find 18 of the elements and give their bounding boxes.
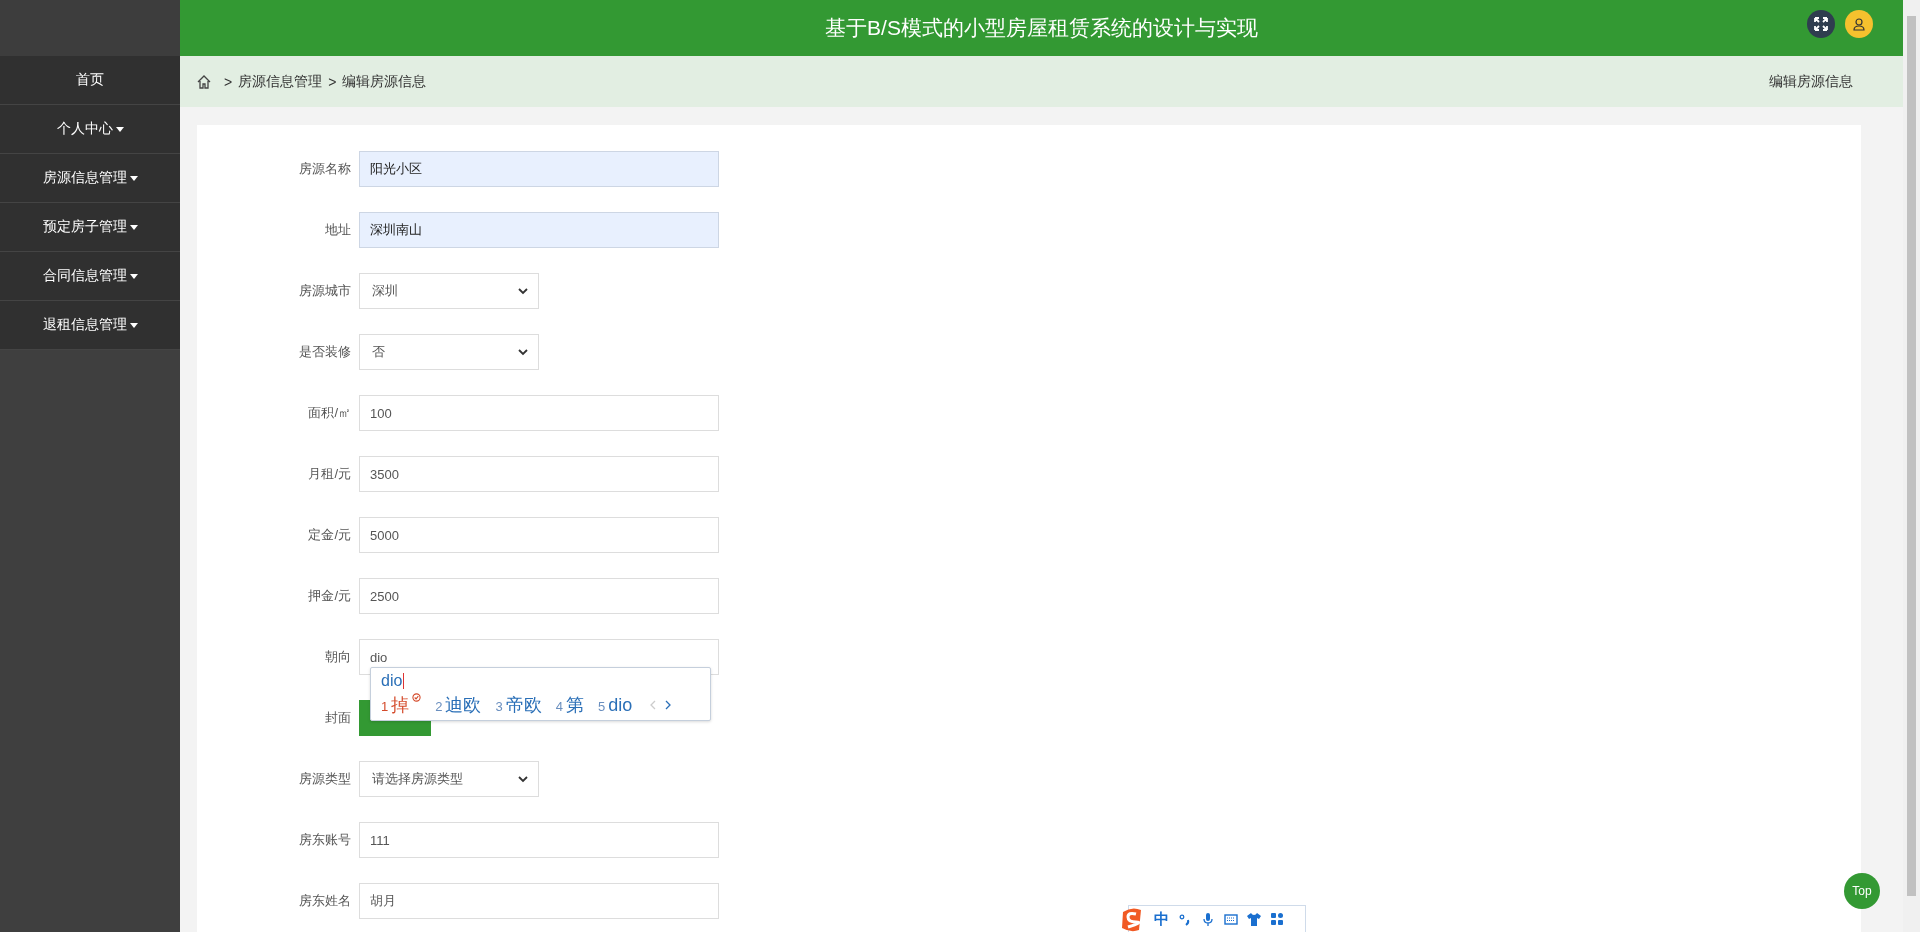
breadcrumb-separator: > — [328, 73, 337, 90]
field-label: 定金/元 — [307, 526, 351, 544]
field-label: 月租/元 — [307, 465, 351, 483]
field-label: 朝向 — [324, 648, 351, 666]
field-label: 房源名称 — [298, 160, 351, 178]
field-label: 房源类型 — [298, 770, 351, 788]
field-label: 房源城市 — [298, 282, 351, 300]
field-label: 房东姓名 — [298, 892, 351, 910]
field-label: 地址 — [324, 221, 351, 239]
field-label: 封面 — [324, 709, 351, 727]
field-label: 房东账号 — [298, 831, 351, 849]
composition-text: dio — [381, 672, 403, 690]
field-label: 押金/元 — [307, 587, 351, 605]
field-label: 是否装修 — [298, 343, 351, 361]
header-title: 基于B/S模式的小型房屋租赁系统的设计与实现 — [825, 15, 1258, 41]
page-title: 编辑房源信息 — [1769, 72, 1853, 91]
breadcrumb-separator: > — [224, 73, 233, 90]
field-label: 面积/㎡ — [307, 404, 351, 422]
